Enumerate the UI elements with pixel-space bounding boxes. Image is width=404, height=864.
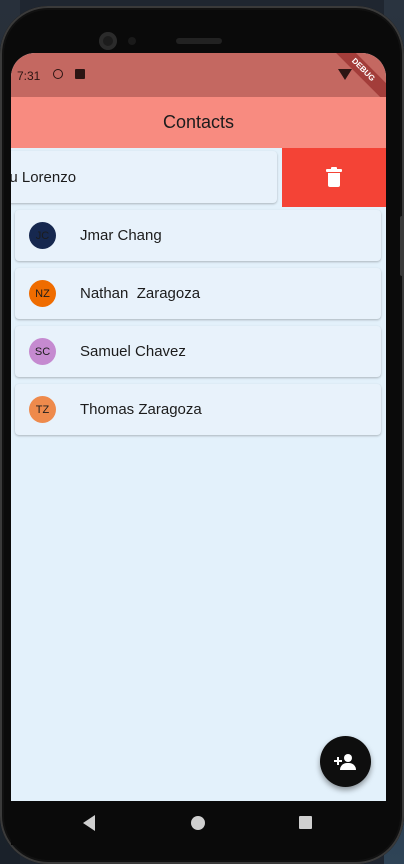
dismissible-row[interactable]: nu Lorenzo — [11, 148, 386, 207]
app-bar: Contacts — [11, 97, 386, 148]
contact-name: Nathan Zaragoza — [80, 285, 201, 302]
earpiece-speaker — [176, 38, 222, 44]
navigation-bar — [11, 801, 386, 845]
list-item[interactable]: SC Samuel Chavez — [15, 326, 381, 377]
swiped-contact-card[interactable]: nu Lorenzo — [11, 151, 277, 203]
list-item[interactable]: JC Jmar Chang — [15, 210, 381, 261]
trash-icon — [326, 166, 342, 187]
status-time: 7:31 — [17, 69, 41, 83]
add-contact-button[interactable] — [320, 736, 371, 787]
status-bar: 7:31 DEBUG — [11, 53, 386, 107]
contact-name: Jmar Chang — [80, 227, 162, 244]
list-item[interactable]: NZ Nathan Zaragoza — [15, 268, 381, 319]
volume-button — [400, 216, 404, 276]
avatar: SC — [29, 338, 56, 365]
avatar-initials: SC — [34, 345, 51, 358]
app-screen: 7:31 DEBUG Contacts nu Lorenzo JC Jmar C… — [11, 53, 386, 801]
person-add-icon — [333, 753, 358, 771]
contact-name: Thomas Zaragoza — [80, 401, 202, 418]
delete-background[interactable] — [282, 148, 386, 207]
contact-name: nu Lorenzo — [11, 169, 77, 186]
avatar: TZ — [29, 396, 56, 423]
avatar-initials: TZ — [35, 403, 50, 416]
wifi-icon — [338, 69, 352, 80]
camera-sensor — [128, 37, 136, 45]
contact-name: Samuel Chavez — [80, 343, 186, 360]
avatar: JC — [29, 222, 56, 249]
recents-icon[interactable] — [299, 816, 312, 829]
page-title: Contacts — [162, 112, 235, 132]
back-icon[interactable] — [83, 815, 95, 831]
list-item[interactable]: TZ Thomas Zaragoza — [15, 384, 381, 435]
camera-lens — [99, 32, 117, 50]
sim-card-icon — [75, 69, 85, 79]
avatar: NZ — [29, 280, 56, 307]
notification-icon — [53, 69, 63, 79]
home-icon[interactable] — [191, 816, 205, 830]
avatar-initials: JC — [35, 229, 50, 242]
avatar-initials: NZ — [35, 287, 50, 300]
